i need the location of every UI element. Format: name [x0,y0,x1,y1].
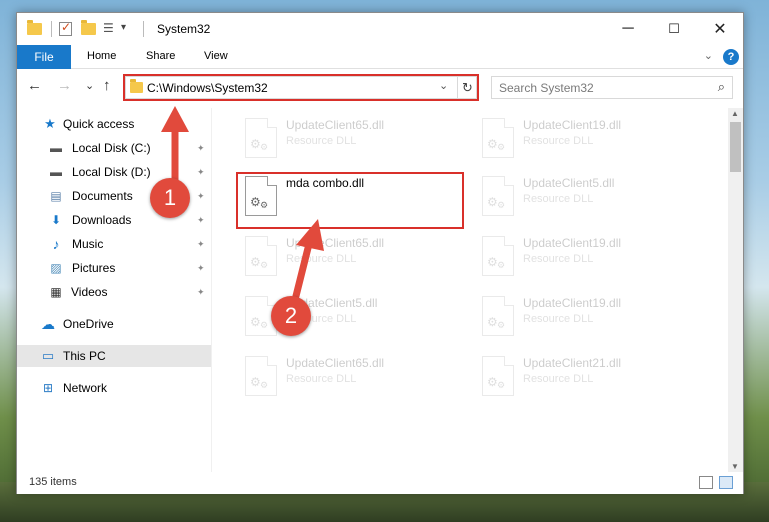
arrow-1 [161,106,189,192]
step-2-badge: 2 [271,296,311,336]
arrow-2 [292,219,324,300]
annotation-layer [161,106,324,300]
step-1-badge: 1 [150,178,190,218]
